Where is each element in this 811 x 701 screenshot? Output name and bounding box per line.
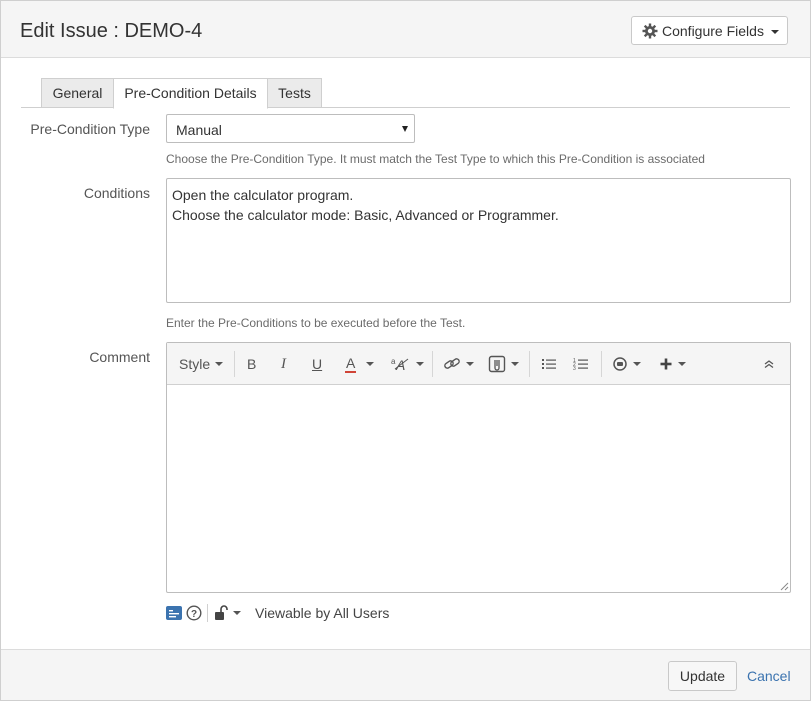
plus-icon: [660, 358, 672, 370]
tab-tests[interactable]: Tests: [267, 78, 322, 108]
conditions-line: Choose the calculator mode: Basic, Advan…: [172, 207, 559, 223]
underline-button[interactable]: U: [312, 354, 322, 374]
chevron-down-icon: [466, 362, 474, 366]
svg-text:3: 3: [573, 366, 576, 371]
collapse-toolbar-button[interactable]: [763, 354, 775, 374]
comment-editor: Style B I U A a A: [166, 342, 791, 593]
tab-pre-condition-details[interactable]: Pre-Condition Details: [113, 78, 268, 109]
link-icon: [444, 358, 460, 369]
conditions-textarea[interactable]: Open the calculator program. Choose the …: [166, 178, 791, 303]
precondition-type-value: Manual: [176, 122, 222, 138]
conditions-help: Enter the Pre-Conditions to be executed …: [166, 316, 466, 330]
bullet-list-button[interactable]: [541, 354, 557, 374]
link-dropdown[interactable]: [443, 354, 474, 374]
emoticon-dropdown[interactable]: [612, 354, 641, 374]
toolbar-separator: [601, 351, 602, 377]
precondition-type-help: Choose the Pre-Condition Type. It must m…: [166, 152, 705, 166]
chevron-down-icon: [366, 362, 374, 366]
dialog-footer: Update Cancel: [1, 649, 810, 700]
text-color-icon: A: [345, 355, 357, 373]
chevron-down-icon: [633, 362, 641, 366]
underline-icon: U: [312, 356, 323, 372]
select-arrow-icon: [402, 126, 408, 132]
bold-icon: B: [247, 356, 257, 372]
chevron-down-icon: [511, 362, 519, 366]
double-chevron-up-icon: [764, 360, 774, 369]
chevron-down-icon: [215, 362, 224, 366]
visibility-dropdown[interactable]: [214, 604, 241, 622]
attachment-dropdown[interactable]: [488, 354, 519, 374]
editor-toolbar: Style B I U A a A: [167, 343, 790, 385]
attachment-icon: [488, 355, 506, 373]
numbered-list-button[interactable]: 1 2 3: [573, 354, 589, 374]
text-color-dropdown[interactable]: [366, 354, 374, 374]
text-formatting-dropdown[interactable]: a A: [391, 354, 424, 374]
toolbar-separator: [432, 351, 433, 377]
unlock-icon: [215, 605, 228, 620]
bold-button[interactable]: B: [247, 354, 256, 374]
gear-icon: [642, 23, 658, 39]
text-color-button[interactable]: A: [345, 354, 357, 374]
wiki-markup-icon[interactable]: [166, 606, 182, 620]
text-formatting-icon: a A: [391, 357, 409, 372]
toolbar-separator: [234, 351, 235, 377]
visibility-label: Viewable by All Users: [255, 605, 390, 621]
chevron-down-icon: [771, 30, 779, 34]
cancel-link[interactable]: Cancel: [747, 668, 791, 684]
style-label: Style: [179, 356, 211, 372]
insert-more-dropdown[interactable]: [659, 354, 686, 374]
toolbar-separator: [529, 351, 530, 377]
precondition-type-label: Pre-Condition Type: [30, 121, 150, 137]
dialog-header: Edit Issue : DEMO-4 Configure Fields: [1, 1, 810, 58]
configure-fields-button[interactable]: Configure Fields: [631, 16, 788, 45]
italic-button[interactable]: I: [281, 354, 286, 374]
chevron-down-icon: [678, 362, 686, 366]
resize-handle-icon[interactable]: [780, 582, 789, 591]
conditions-line: Open the calculator program.: [172, 187, 354, 203]
svg-text:?: ?: [191, 609, 197, 620]
configure-fields-label: Configure Fields: [662, 23, 764, 39]
help-icon[interactable]: ?: [186, 605, 202, 621]
emoticon-icon: [613, 357, 627, 371]
precondition-type-select[interactable]: Manual: [166, 114, 415, 143]
numbered-list-icon: 1 2 3: [573, 358, 588, 371]
dialog-title: Edit Issue : DEMO-4: [20, 20, 203, 42]
tab-general[interactable]: General: [41, 78, 114, 108]
comment-label: Comment: [89, 349, 150, 365]
style-dropdown[interactable]: Style: [179, 354, 224, 374]
italic-icon: I: [281, 355, 286, 372]
update-button[interactable]: Update: [668, 661, 737, 691]
edit-issue-dialog: Edit Issue : DEMO-4 Configure Fields Gen…: [0, 0, 811, 701]
bullet-list-icon: [542, 359, 556, 369]
conditions-label: Conditions: [83, 185, 150, 201]
chevron-down-icon: [416, 362, 424, 366]
comment-editor-body[interactable]: [167, 384, 790, 592]
chevron-down-icon: [233, 611, 241, 615]
footer-separator: [207, 604, 208, 622]
